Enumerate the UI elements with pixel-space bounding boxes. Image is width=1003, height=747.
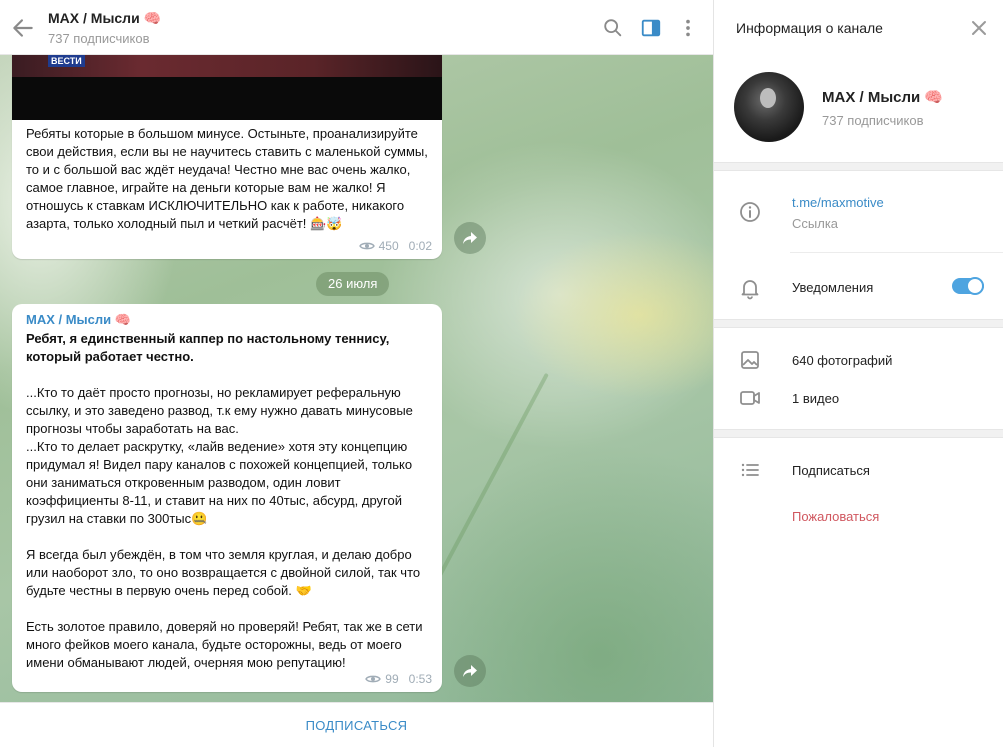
section-divider bbox=[714, 429, 1003, 438]
row-divider bbox=[790, 252, 1003, 253]
videos-count[interactable]: 1 видео bbox=[792, 391, 839, 406]
share-button[interactable] bbox=[454, 222, 486, 254]
message-meta: 450 0:02 bbox=[358, 239, 432, 253]
date-separator: 26 июля bbox=[316, 272, 390, 296]
list-icon bbox=[741, 463, 759, 477]
channel-link-hint: Ссылка bbox=[792, 216, 839, 231]
section-divider bbox=[714, 162, 1003, 171]
subscribe-action[interactable]: Подписаться bbox=[792, 463, 870, 478]
message-text: Ребяты которые в большом минусе. Остыньт… bbox=[26, 126, 428, 231]
message-bubble[interactable]: MAX / Мысли 🧠 Ребят, я единственный капп… bbox=[12, 304, 442, 692]
more-vertical-icon[interactable] bbox=[677, 17, 699, 39]
toggle-knob bbox=[966, 277, 984, 295]
eye-icon bbox=[365, 675, 382, 683]
panel-title: Информация о канале bbox=[736, 20, 883, 36]
chat-title[interactable]: MAX / Мысли 🧠 bbox=[48, 10, 161, 27]
video-logo-label: ВЕСТИ bbox=[48, 55, 85, 67]
photo-icon bbox=[741, 351, 759, 369]
message-sender[interactable]: MAX / Мысли 🧠 bbox=[26, 312, 131, 328]
channel-subscribers: 737 подписчиков bbox=[822, 113, 924, 128]
search-icon[interactable] bbox=[602, 17, 624, 39]
share-button[interactable] bbox=[454, 655, 486, 687]
video-icon bbox=[740, 391, 760, 405]
info-icon bbox=[740, 202, 760, 222]
photos-count[interactable]: 640 фотографий bbox=[792, 353, 892, 368]
message-lead-text: Ребят, я единственный каппер по настольн… bbox=[26, 331, 390, 364]
share-icon bbox=[463, 232, 477, 244]
video-frame: ВЕСТИ bbox=[12, 55, 442, 77]
eye-icon bbox=[358, 242, 375, 250]
chat-subscribers: 737 подписчиков bbox=[48, 31, 150, 46]
channel-name: MAX / Мысли 🧠 bbox=[822, 89, 944, 106]
back-arrow-icon[interactable] bbox=[10, 15, 36, 41]
share-icon bbox=[463, 665, 477, 677]
chat-header[interactable]: MAX / Мысли 🧠 737 подписчиков bbox=[0, 0, 713, 55]
chat-area: MAX / Мысли 🧠 737 подписчиков ВЕСТИ Ребя… bbox=[0, 0, 713, 747]
view-count: 99 bbox=[385, 672, 399, 686]
avatar[interactable] bbox=[734, 72, 804, 142]
subscribe-button[interactable]: ПОДПИСАТЬСЯ bbox=[0, 702, 713, 747]
notifications-toggle[interactable] bbox=[952, 277, 984, 295]
message-meta: 99 0:53 bbox=[365, 672, 432, 686]
close-icon[interactable] bbox=[969, 18, 989, 38]
notifications-label: Уведомления bbox=[792, 280, 874, 295]
channel-link[interactable]: t.me/maxmotive bbox=[792, 195, 884, 210]
message-time: 0:02 bbox=[408, 239, 432, 253]
video-thumbnail[interactable]: ВЕСТИ bbox=[12, 55, 442, 120]
section-divider bbox=[714, 319, 1003, 328]
report-action[interactable]: Пожаловаться bbox=[792, 509, 879, 524]
message-bubble[interactable]: ВЕСТИ Ребяты которые в большом минусе. О… bbox=[12, 55, 442, 259]
chat-background: ВЕСТИ Ребяты которые в большом минусе. О… bbox=[0, 55, 713, 702]
sidebar-toggle-icon[interactable] bbox=[640, 17, 662, 39]
message-text: ...Кто то даёт просто прогнозы, но рекла… bbox=[26, 385, 423, 670]
message-time: 0:53 bbox=[408, 672, 432, 686]
view-count: 450 bbox=[378, 239, 399, 253]
channel-info-panel: Информация о канале MAX / Мысли 🧠 737 по… bbox=[713, 0, 1003, 747]
bell-icon bbox=[741, 280, 759, 300]
